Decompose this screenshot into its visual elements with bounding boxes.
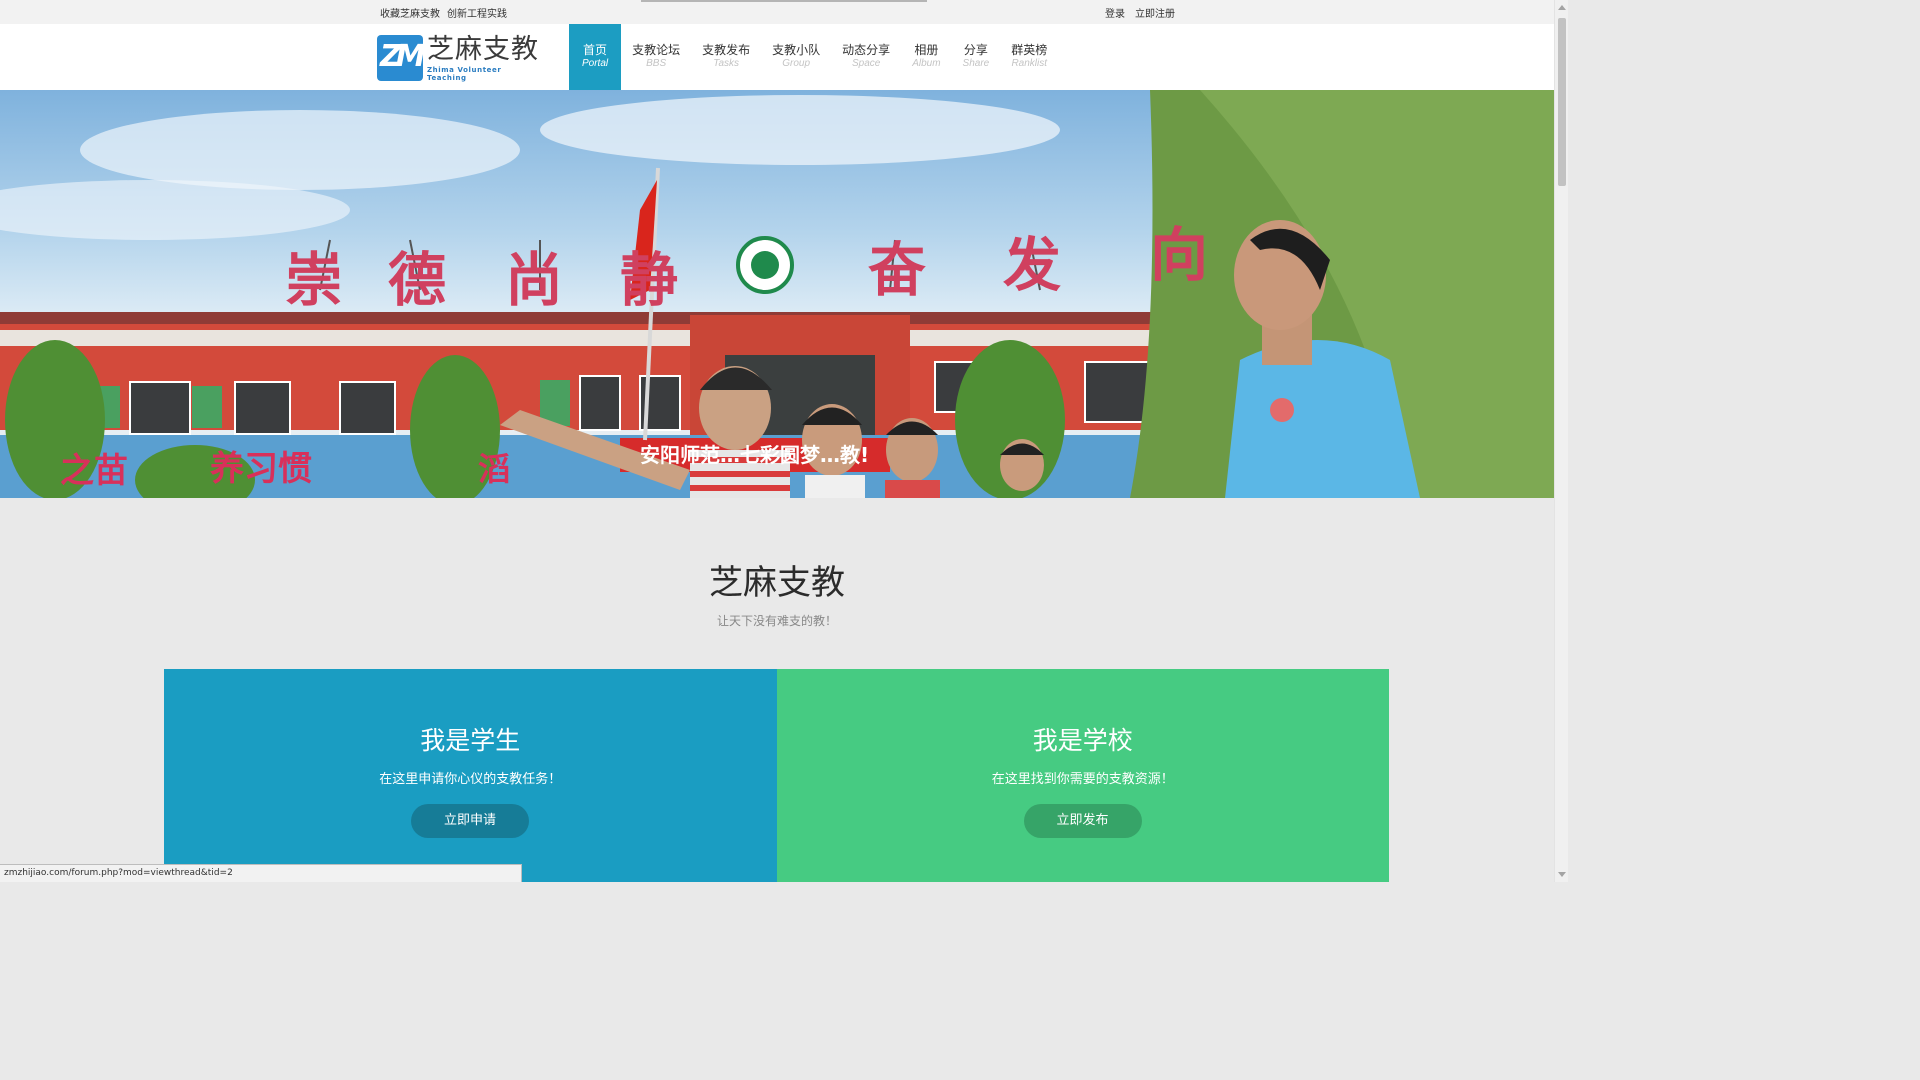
logo-text: 芝麻支教 Zhima Volunteer Teaching bbox=[427, 33, 542, 82]
apply-now-button[interactable]: 立即申请 bbox=[411, 804, 529, 838]
nav-item-ranklist[interactable]: 群英榜 Ranklist bbox=[1000, 24, 1058, 90]
school-card: 我是学校 在这里找到你需要的支教资源！ 立即发布 bbox=[776, 669, 1389, 882]
svg-text:之苗: 之苗 bbox=[60, 451, 128, 491]
scroll-up-arrow-icon[interactable] bbox=[1558, 5, 1566, 10]
page-scrollbar[interactable] bbox=[1554, 0, 1568, 882]
hero-banner-image: 崇 德 尚 静 奋 发 向 之苗 养习惯 滔 安阳师范…七彩圆梦…教! bbox=[0, 90, 1554, 498]
publish-now-button[interactable]: 立即发布 bbox=[1023, 804, 1142, 838]
student-card-desc: 在这里申请你心仪的支教任务！ bbox=[379, 772, 562, 787]
school-card-desc: 在这里找到你需要的支教资源！ bbox=[991, 772, 1174, 787]
top-right-links: 登录 立即注册 bbox=[1105, 5, 1175, 20]
section-title: 芝麻支教 bbox=[709, 563, 845, 603]
bookmark-site-link[interactable]: 收藏芝麻支教 bbox=[380, 5, 440, 20]
logo-subtitle: Zhima Volunteer Teaching bbox=[427, 65, 502, 82]
innovation-project-link[interactable]: 创新工程实践 bbox=[447, 5, 507, 20]
top-utility-bar: 收藏芝麻支教 创新工程实践 登录 立即注册 bbox=[0, 0, 1554, 24]
student-card: 我是学生 在这里申请你心仪的支教任务！ 立即申请 bbox=[164, 669, 777, 882]
nav-item-tasks[interactable]: 支教发布 Tasks bbox=[691, 24, 761, 90]
site-header: ZM 芝麻支教 Zhima Volunteer Teaching 首页 Port… bbox=[0, 24, 1554, 90]
nav-item-group[interactable]: 支教小队 Group bbox=[761, 24, 831, 90]
scroll-down-arrow-icon[interactable] bbox=[1558, 872, 1566, 877]
svg-text:奋: 奋 bbox=[868, 236, 926, 304]
logo-mark-icon: ZM bbox=[377, 35, 426, 81]
nav-item-portal[interactable]: 首页 Portal bbox=[569, 24, 622, 90]
site-logo[interactable]: ZM 芝麻支教 Zhima Volunteer Teaching bbox=[377, 34, 542, 82]
banner-illustration: 崇 德 尚 静 奋 发 向 之苗 养习惯 滔 安阳师范…七彩圆梦…教! bbox=[0, 90, 1554, 498]
link-status-bar: zmzhijiao.com/forum.php?mod=viewthread&t… bbox=[0, 864, 522, 882]
svg-text:静: 静 bbox=[620, 246, 678, 314]
nav-item-share[interactable]: 分享 Share bbox=[952, 24, 1001, 90]
school-card-title: 我是学校 bbox=[1032, 726, 1133, 755]
nav-item-album[interactable]: 相册 Album bbox=[901, 24, 951, 90]
svg-text:崇: 崇 bbox=[285, 246, 343, 314]
svg-text:向: 向 bbox=[1150, 221, 1208, 289]
main-nav: 首页 Portal 支教论坛 BBS 支教发布 Tasks 支教小队 Group… bbox=[569, 24, 1058, 90]
scroll-thumb[interactable] bbox=[1558, 18, 1566, 186]
logo-title: 芝麻支教 bbox=[427, 33, 539, 65]
svg-text:发: 发 bbox=[1003, 231, 1061, 299]
nav-item-bbs[interactable]: 支教论坛 BBS bbox=[621, 24, 691, 90]
svg-text:尚: 尚 bbox=[505, 246, 563, 314]
svg-text:德: 德 bbox=[388, 246, 446, 314]
register-link[interactable]: 立即注册 bbox=[1135, 5, 1175, 20]
section-slogan: 让天下没有难支的教！ bbox=[716, 614, 837, 628]
tab-hover-indicator bbox=[641, 0, 927, 2]
nav-item-space[interactable]: 动态分享 Space bbox=[831, 24, 901, 90]
svg-text:养习惯: 养习惯 bbox=[210, 449, 312, 489]
login-link[interactable]: 登录 bbox=[1105, 5, 1125, 20]
svg-text:安阳师范…七彩圆梦…教!: 安阳师范…七彩圆梦…教! bbox=[640, 443, 869, 467]
role-cards: 我是学生 在这里申请你心仪的支教任务！ 立即申请 我是学校 在这里找到你需要的支… bbox=[164, 669, 1389, 882]
student-card-title: 我是学生 bbox=[420, 726, 521, 755]
svg-text:滔: 滔 bbox=[478, 450, 510, 488]
top-left-links: 收藏芝麻支教 创新工程实践 bbox=[380, 5, 507, 20]
